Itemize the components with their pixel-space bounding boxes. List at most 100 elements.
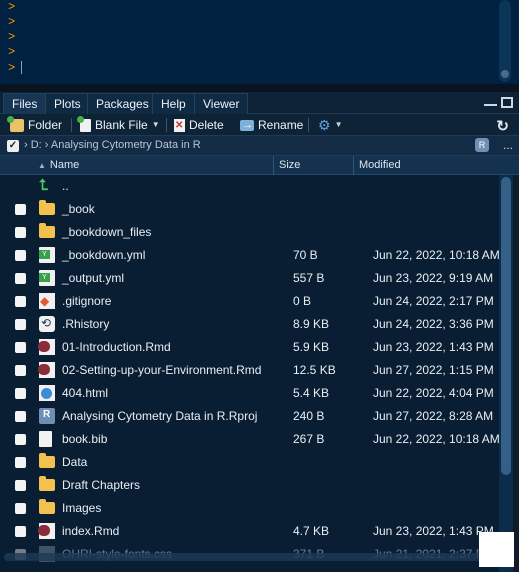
file-checkbox[interactable] [15,411,26,422]
scroll-corner [479,532,514,567]
file-row[interactable]: ⮤.. [0,175,499,198]
file-name-link[interactable]: .. [62,179,69,193]
file-row[interactable]: Analysing Cytometry Data in R.Rproj 240 B… [0,405,499,428]
file-name-link[interactable]: index.Rmd [62,524,119,538]
file-name-link[interactable]: Draft Chapters [62,478,140,492]
tab-help[interactable]: Help [152,93,195,114]
rename-label: Rename [258,118,304,132]
breadcrumb-folder[interactable]: Analysing Cytometry Data in R [51,139,201,151]
file-checkbox[interactable] [15,434,26,445]
file-checkbox[interactable] [15,319,26,330]
breadcrumb-drive[interactable]: D: [31,139,42,151]
file-name-link[interactable]: Analysing Cytometry Data in R.Rproj [62,409,257,423]
file-row[interactable]: _bookdown_files [0,221,499,244]
folder-icon [39,223,55,238]
pane-splitter[interactable] [0,84,519,92]
file-modified: Jun 22, 2022, 10:18 AM [373,248,499,262]
file-modified: Jun 27, 2022, 8:28 AM [373,409,494,423]
file-name-link[interactable]: .gitignore [62,294,111,308]
file-name-link[interactable]: book.bib [62,432,107,446]
file-checkbox[interactable] [15,526,26,537]
file-name-link[interactable]: _bookdown.yml [62,248,145,262]
tab-plots[interactable]: Plots [45,93,90,114]
breadcrumb: ✓ › D: › Analysing Cytometry Data in R R… [0,136,519,156]
delete-button[interactable]: Delete [174,117,224,134]
file-row[interactable]: index.Rmd 4.7 KB Jun 23, 2022, 1:43 PM [0,520,499,543]
file-size: 5.4 KB [293,386,330,400]
file-checkbox[interactable] [15,480,26,491]
file-row[interactable]: Draft Chapters [0,474,499,497]
minimize-icon[interactable] [484,97,497,106]
console-scrollbar[interactable] [499,0,511,82]
file-row[interactable]: 01-Introduction.Rmd 5.9 KB Jun 23, 2022, 1… [0,336,499,359]
new-file-icon [77,115,91,132]
tab-packages[interactable]: Packages [87,93,158,114]
column-header-size[interactable]: Size [273,156,353,175]
file-row[interactable]: .gitignore 0 B Jun 24, 2022, 2:17 PM [0,290,499,313]
delete-icon [174,118,185,134]
tab-files[interactable]: Files [3,93,47,114]
console-prompt: > [8,45,16,59]
file-name-link[interactable]: Data [62,455,87,469]
file-row[interactable]: 404.html 5.4 KB Jun 22, 2022, 4:04 PM [0,382,499,405]
file-name-link[interactable]: _output.yml [62,271,124,285]
file-row[interactable]: book.bib 267 B Jun 22, 2022, 10:18 AM [0,428,499,451]
file-name-link[interactable]: Images [62,501,101,515]
select-all-checkbox[interactable]: ✓ [7,140,19,152]
file-list-scrollbar[interactable] [499,175,513,572]
pane-tab-bar: Files Plots Packages Help Viewer [0,92,519,114]
column-header-name[interactable]: ▲ Name [33,156,273,175]
file-modified: Jun 23, 2022, 9:19 AM [373,271,494,285]
file-checkbox[interactable] [15,296,26,307]
refresh-icon[interactable]: ↻ [496,117,509,135]
tab-viewer[interactable]: Viewer [194,93,249,114]
folder-icon [39,200,55,215]
text-cursor [21,61,23,75]
file-size: 240 B [293,409,325,423]
file-row[interactable]: Data [0,451,499,474]
file-checkbox[interactable] [15,250,26,261]
file-name-link[interactable]: _book [62,202,95,216]
console-pane[interactable]: > > > > > [0,0,519,84]
file-name-link[interactable]: 02-Setting-up-your-Environment.Rmd [62,363,261,377]
file-list-scroll-thumb[interactable] [501,177,511,475]
maximize-icon[interactable] [501,97,513,108]
file-checkbox[interactable] [15,342,26,353]
new-folder-button[interactable]: Folder [7,115,62,133]
file-row[interactable]: _book [0,198,499,221]
file-size: 8.9 KB [293,317,330,331]
file-row[interactable]: _output.yml 557 B Jun 23, 2022, 9:19 AM [0,267,499,290]
console-prompt: > [8,30,16,44]
file-checkbox[interactable] [15,365,26,376]
file-name-link[interactable]: 404.html [62,386,108,400]
more-path-button[interactable]: ... [503,138,513,152]
rename-button[interactable]: Rename [240,117,303,133]
console-scroll-thumb[interactable] [501,70,509,78]
file-checkbox[interactable] [15,227,26,238]
up-arrow-icon: ⮤ [39,177,48,194]
file-modified: Jun 23, 2022, 1:43 PM [373,340,494,354]
rhistory-file-icon [39,316,55,332]
horizontal-scrollbar[interactable] [4,553,496,561]
blank-file-button[interactable]: Blank File ▼ [77,115,160,133]
toolbar-separator [166,118,167,132]
file-row[interactable]: 02-Setting-up-your-Environment.Rmd 12.5 K… [0,359,499,382]
file-name-link[interactable]: 01-Introduction.Rmd [62,340,171,354]
file-checkbox[interactable] [15,388,26,399]
file-checkbox[interactable] [15,204,26,215]
more-options-button[interactable]: ⚙ ▼ [318,117,342,133]
file-row[interactable]: Images [0,497,499,520]
file-checkbox[interactable] [15,457,26,468]
file-row[interactable]: .Rhistory 8.9 KB Jun 24, 2022, 3:36 PM [0,313,499,336]
column-header-modified[interactable]: Modified [353,156,499,175]
bib-file-icon [39,431,52,447]
file-name-link[interactable]: .Rhistory [62,317,109,331]
file-checkbox[interactable] [15,503,26,514]
console-prompt: > [8,0,16,14]
file-checkbox[interactable] [15,273,26,284]
file-size: 267 B [293,432,325,446]
file-row[interactable]: _bookdown.yml 70 B Jun 22, 2022, 10:18 AM [0,244,499,267]
console-prompt: > [8,61,16,75]
file-name-link[interactable]: _bookdown_files [62,225,151,239]
rproject-icon[interactable]: R [475,138,489,152]
